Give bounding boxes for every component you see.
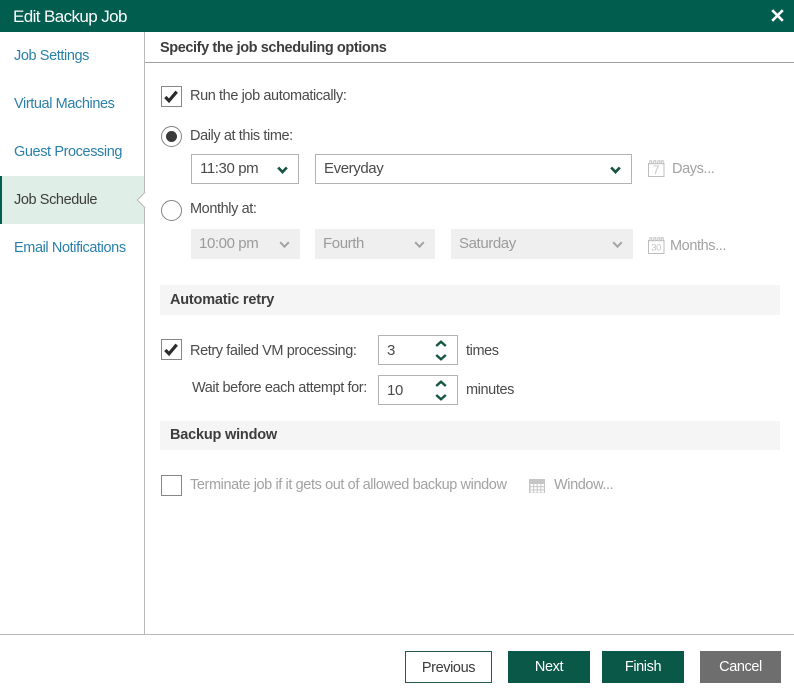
svg-text:7: 7 (653, 165, 659, 177)
svg-text:30: 30 (651, 243, 661, 254)
